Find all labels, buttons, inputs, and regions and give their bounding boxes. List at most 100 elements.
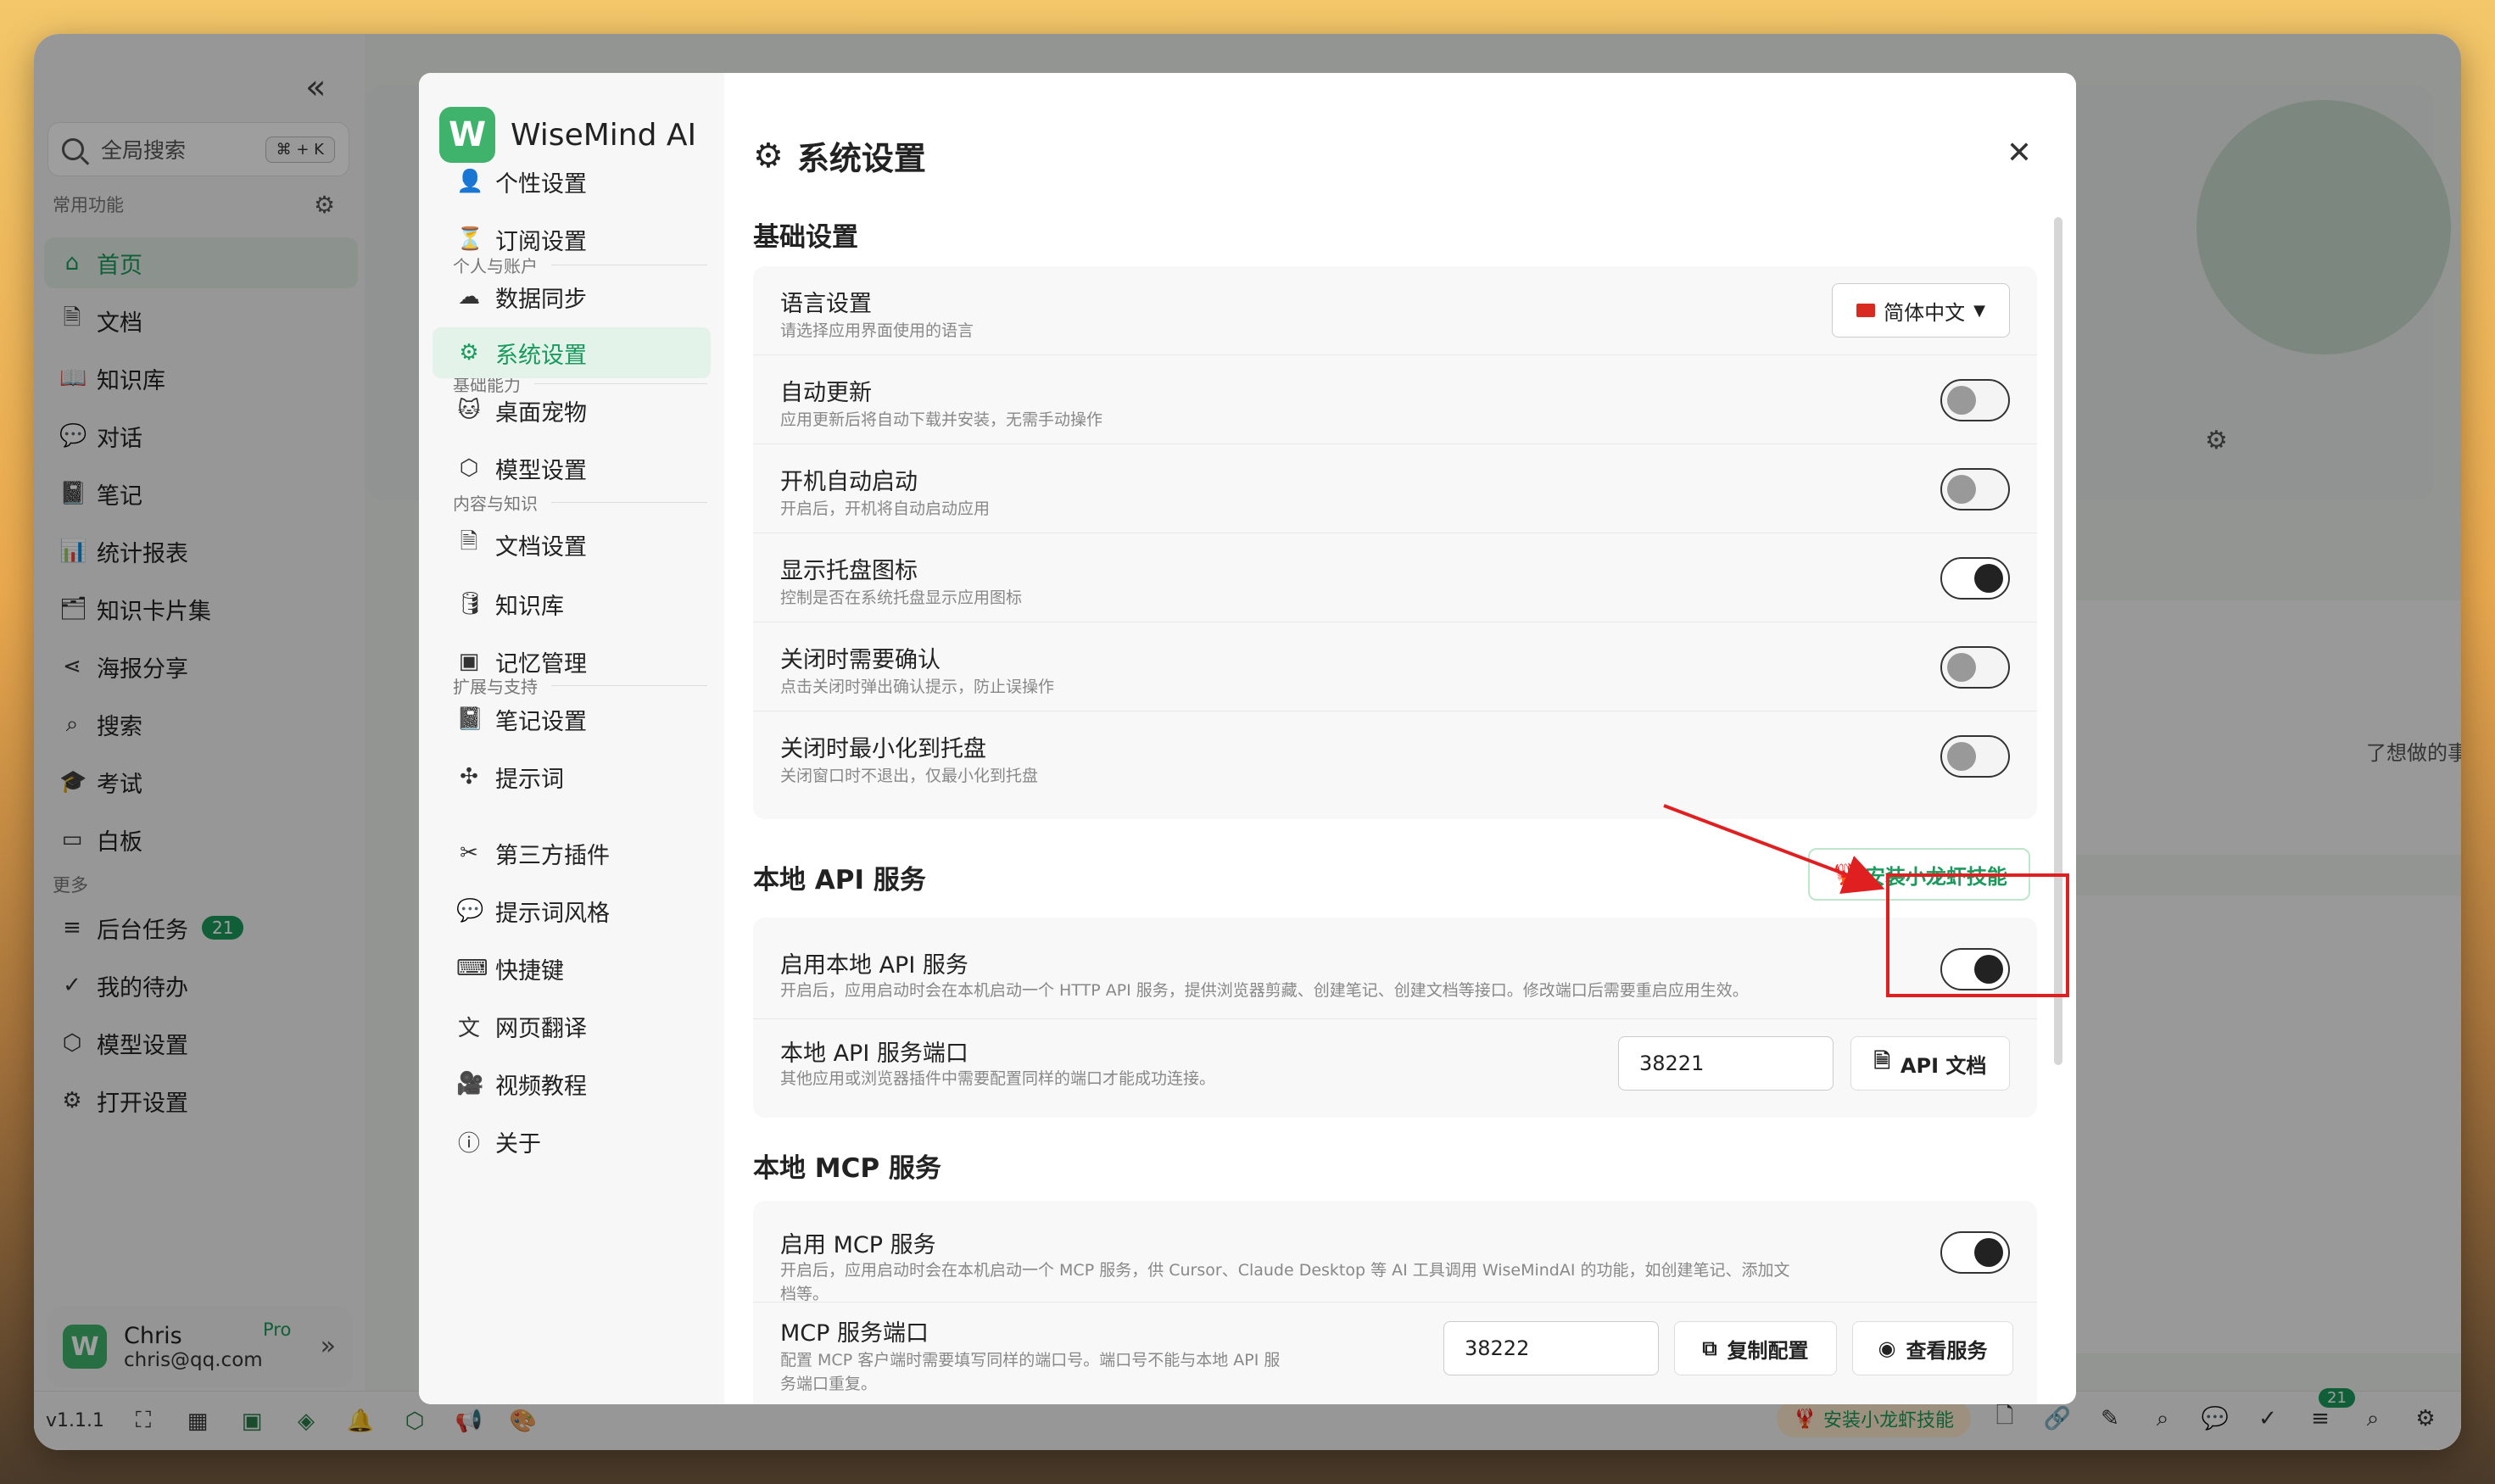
setting-desc: 点击关闭时弹出确认提示，防止误操作 [780,678,1055,696]
settings-nav: W WiseMind AI 个人与账户 基础能力 内容与知识 扩展与支持 👤 个性设置 ⏳… [419,73,724,1404]
section-mcp-title: 本地 MCP 服务 [753,1153,941,1184]
setting-toggle[interactable] [1940,379,2010,421]
copy-icon: ⧉ [1702,1336,1717,1360]
language-select[interactable]: 简体中文 ▼ [1832,283,2010,338]
notebook-icon: 📓 [456,706,484,732]
api-enable-title: 启用本地 API 服务 [780,952,968,979]
api-docs-label: API 文档 [1900,1053,1987,1078]
app-name: WiseMind AI [511,117,697,153]
api-enable-desc: 开启后，应用启动时会在本机启动一个 HTTP API 服务，提供浏览器剪藏、创建… [780,981,1749,1000]
setting-desc: 开启后，开机将自动启动应用 [780,499,991,518]
page-title: ⚙ 系统设置 [753,132,926,179]
app-window: « 全局搜索 ⌘ + K 常用功能 ⚙ ⌂ 首页 🗎 文档 📖 知识库 💬 对话 📓 笔记 📊 统计报… [34,34,2461,1450]
gear-icon: ⚙ [753,136,784,176]
api-enable-row: 启用本地 API 服务 开启后，应用启动时会在本机启动一个 HTTP API 服… [753,918,2037,1019]
mcp-settings-card: 启用 MCP 服务 开启后，应用启动时会在本机启动一个 MCP 服务，供 Cur… [753,1201,2037,1404]
document-icon: 🗎 [1873,1048,1890,1073]
tools-icon: ✂ [460,840,478,866]
settings-nav-item-3[interactable]: ⚙ 系统设置 [433,327,711,378]
basic-settings-card: 语言设置 请选择应用界面使用的语言 简体中文 ▼ 自动更新 应用更新后将自动下载并安装，无… [753,266,2037,819]
basic-setting-row: 关闭时最小化到托盘关闭窗口时不退出，仅最小化到托盘 [753,711,2037,801]
setting-title: 显示托盘图标 [780,558,918,584]
copy-config-button[interactable]: ⧉ 复制配置 [1674,1321,1837,1375]
chevron-down-icon: ▼ [1973,301,1985,320]
view-service-label: 查看服务 [1906,1338,1988,1363]
mcp-enable-toggle[interactable] [1940,1231,2010,1274]
settings-nav-label: 模型设置 [495,457,587,484]
basic-setting-row: 关闭时需要确认点击关闭时弹出确认提示，防止误操作 [753,622,2037,711]
mcp-port-title: MCP 服务端口 [780,1320,929,1347]
api-port-title: 本地 API 服务端口 [780,1040,968,1067]
chip-icon: ▣ [458,649,480,674]
settings-nav-item-14[interactable]: 文网页翻译 [433,1001,711,1052]
setting-toggle[interactable] [1940,557,2010,600]
app-logo: W WiseMind AI [439,107,696,163]
close-icon[interactable]: ✕ [2007,136,2032,170]
setting-title: 关闭时需要确认 [780,647,941,673]
settings-nav-item-0[interactable]: 👤 个性设置 [433,156,711,207]
pet-icon: 🐱 [457,398,481,423]
settings-content: ⚙ 系统设置 ✕ 基础设置 语言设置 请选择应用界面使用的语言 简体中文 ▼ 自动更新 应用… [724,73,2076,1404]
settings-nav-item-5[interactable]: ⬡ 模型设置 [433,443,711,494]
api-port-desc: 其他应用或浏览器插件中需要配置同样的端口才能成功连接。 [780,1069,1216,1088]
settings-nav-label: 网页翻译 [495,1015,587,1042]
settings-nav-item-11[interactable]: ✂ 第三方插件 [433,828,711,879]
view-service-button[interactable]: ◉ 查看服务 [1852,1321,2013,1375]
hourglass-icon: ⏳ [456,226,484,252]
mcp-port-desc: 配置 MCP 客户端时需要填写同样的端口号。端口号不能与本地 API 服务端口重… [780,1351,1281,1393]
cube-icon: ⬡ [459,455,479,481]
setting-desc: 关闭窗口时不退出，仅最小化到托盘 [780,767,1039,785]
setting-toggle[interactable] [1940,646,2010,689]
settings-nav-item-12[interactable]: 💬 提示词风格 [433,885,711,936]
settings-nav-item-2[interactable]: ☁ 数据同步 [433,271,711,322]
gear-icon: ⚙ [459,340,479,365]
mcp-enable-row: 启用 MCP 服务 开启后，应用启动时会在本机启动一个 MCP 服务，供 Cur… [753,1201,2037,1303]
setting-desc: 控制是否在系统托盘显示应用图标 [780,589,1023,607]
section-api-title: 本地 API 服务 [753,865,926,895]
eye-icon: ◉ [1878,1336,1896,1360]
settings-nav-label: 桌面宠物 [495,399,587,427]
copy-config-label: 复制配置 [1727,1338,1809,1363]
mcp-enable-desc: 开启后，应用启动时会在本机启动一个 MCP 服务，供 Cursor、Claude… [780,1261,1790,1303]
nav-group-label: 内容与知识 [453,490,707,515]
settings-nav-item-1[interactable]: ⏳ 订阅设置 [433,214,711,265]
settings-nav-item-16[interactable]: ⓘ 关于 [433,1116,711,1167]
setting-toggle[interactable] [1940,468,2010,510]
basic-setting-row: 语言设置请选择应用界面使用的语言 简体中文 ▼ [753,266,2037,355]
settings-nav-label: 文档设置 [495,533,587,561]
settings-nav-item-8[interactable]: ▣ 记忆管理 [433,636,711,687]
setting-title: 开机自动启动 [780,469,918,495]
settings-nav-label: 知识库 [495,593,564,620]
settings-nav-label: 关于 [495,1130,541,1158]
settings-nav-item-4[interactable]: 🐱 桌面宠物 [433,385,711,436]
setting-desc: 请选择应用界面使用的语言 [780,321,974,340]
settings-nav-item-10[interactable]: ✣ 提示词 [433,751,711,802]
settings-nav-item-13[interactable]: ⌨ 快捷键 [433,943,711,994]
settings-nav-item-6[interactable]: 🗎 文档设置 [433,519,711,570]
settings-nav-label: 提示词 [495,766,564,793]
settings-nav-label: 第三方插件 [495,842,610,869]
basic-setting-row: 开机自动启动开启后，开机将自动启动应用 [753,444,2037,533]
mcp-port-input[interactable]: 38222 [1443,1321,1659,1375]
setting-title: 语言设置 [780,291,872,317]
setting-title: 关闭时最小化到托盘 [780,736,986,762]
settings-nav-label: 视频教程 [495,1073,587,1100]
settings-nav-label: 提示词风格 [495,900,610,927]
annotation-box [1886,873,2069,997]
api-settings-card: 启用本地 API 服务 开启后，应用启动时会在本机启动一个 HTTP API 服… [753,918,2037,1118]
section-basic-title: 基础设置 [753,222,858,253]
setting-desc: 应用更新后将自动下载并安装，无需手动操作 [780,410,1103,429]
keyboard-icon: ⌨ [456,956,488,981]
user-icon: 👤 [456,169,484,194]
translate-icon: 文 [457,1015,480,1041]
settings-nav-label: 笔记设置 [495,708,587,735]
settings-nav-item-7[interactable]: 🛢 知识库 [433,578,711,629]
api-docs-button[interactable]: 🗎 API 文档 [1850,1036,2010,1091]
logo-icon: W [439,107,495,163]
setting-toggle[interactable] [1940,735,2010,778]
settings-nav-item-15[interactable]: 🎥 视频教程 [433,1058,711,1109]
chat-icon: 💬 [456,898,484,923]
settings-nav-item-9[interactable]: 📓 笔记设置 [433,694,711,745]
flag-icon [1856,304,1876,317]
api-port-input[interactable]: 38221 [1618,1036,1834,1091]
